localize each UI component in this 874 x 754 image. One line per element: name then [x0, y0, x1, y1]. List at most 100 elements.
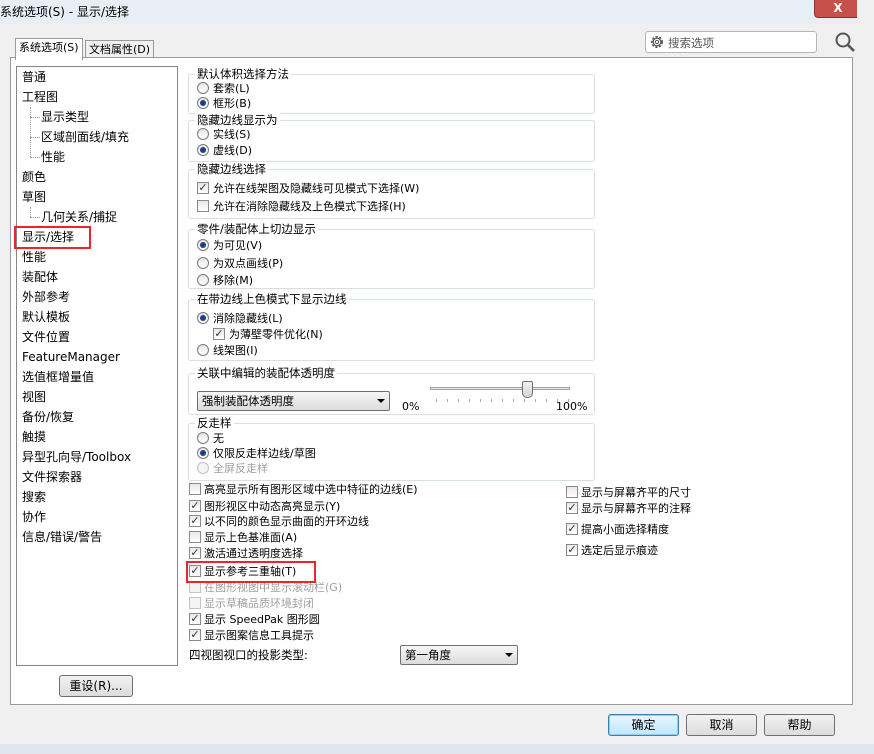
- checkbox-flat-to-screen-dimensions-label: 显示与屏幕齐平的尺寸: [581, 486, 691, 499]
- checkbox-shaded-planes-label: 显示上色基准面(A): [204, 531, 298, 544]
- radio-tangent-visible-label: 为可见(V): [213, 239, 263, 252]
- tree-item-file-explorer[interactable]: 文件探索器: [22, 468, 82, 486]
- checkbox-select-through-transparency[interactable]: ✓: [189, 547, 201, 559]
- radio-solid[interactable]: [197, 128, 209, 140]
- tree-item-performance[interactable]: 性能: [22, 248, 46, 266]
- checkbox-select-through-transparency-label: 激活通过透明度选择: [204, 547, 303, 560]
- chevron-down-icon: [505, 653, 513, 657]
- checkbox-highlight-edges[interactable]: [189, 483, 201, 495]
- close-button[interactable]: X: [814, 0, 862, 18]
- gear-icon[interactable]: [649, 34, 665, 50]
- checkbox-select-wireframe[interactable]: ✓: [197, 182, 209, 194]
- window-title: 系统选项(S) - 显示/选择: [0, 5, 129, 19]
- checkbox-open-edges-color[interactable]: ✓: [189, 515, 201, 527]
- tree-item-touch[interactable]: 触摸: [22, 428, 46, 446]
- radio-tangent-phantom[interactable]: [197, 257, 209, 269]
- checkbox-shaded-planes[interactable]: [189, 531, 201, 543]
- tab-system-options[interactable]: 系统选项(S): [15, 38, 83, 60]
- tree-item-search[interactable]: 搜索: [22, 488, 46, 506]
- tree-item-relations-snaps[interactable]: 几何关系/捕捉: [41, 208, 117, 226]
- tree-item-external-references[interactable]: 外部参考: [22, 288, 70, 306]
- tree-item-default-templates[interactable]: 默认模板: [22, 308, 70, 326]
- radio-dashed[interactable]: [197, 144, 209, 156]
- highlight-box-reference-triad: [186, 561, 316, 583]
- group-antialiasing-title: 反走样: [195, 416, 234, 430]
- background-window-edge: [857, 0, 874, 754]
- group-shaded-edges-title: 在带边线上色模式下显示边线: [195, 292, 349, 306]
- background-window-strip: [0, 744, 874, 754]
- highlight-box-tree-selection: [14, 226, 91, 249]
- radio-aa-fullscreen-label: 全屏反走样: [213, 462, 268, 475]
- checkbox-facet-selection-accuracy-label: 提高小面选择精度: [581, 523, 669, 536]
- transparency-slider[interactable]: [430, 387, 570, 390]
- tree-item-drawings[interactable]: 工程图: [22, 88, 58, 106]
- tree-item-spin-box-increments[interactable]: 选值框增量值: [22, 368, 94, 386]
- ok-button[interactable]: 确定: [608, 714, 679, 736]
- tree-item-area-hatch[interactable]: 区域剖面线/填充: [41, 128, 129, 146]
- radio-aa-edges-sketches-label: 仅限反走样边线/草图: [213, 447, 316, 460]
- radio-lasso[interactable]: [197, 82, 209, 94]
- checkbox-select-wireframe-label: 允许在线架图及隐藏线可见模式下选择(W): [213, 182, 420, 195]
- tree-item-featuremanager[interactable]: FeatureManager: [22, 348, 120, 366]
- slider-max-label: 100%: [556, 400, 588, 413]
- group-volume-selection-title: 默认体积选择方法: [195, 67, 291, 81]
- checkbox-thin-parts-label: 为薄壁零件优化(N): [229, 328, 323, 341]
- title-bar: 系统选项(S) - 显示/选择 X: [0, 0, 874, 24]
- checkbox-flat-to-screen-notes[interactable]: ✓: [566, 502, 578, 514]
- radio-aa-none[interactable]: [197, 432, 209, 444]
- checkbox-flat-to-screen-notes-label: 显示与屏幕齐平的注释: [581, 502, 691, 515]
- radio-tangent-removed[interactable]: [197, 274, 209, 286]
- checkbox-select-hlr-shaded[interactable]: [197, 200, 209, 212]
- checkbox-highlight-edges-label: 高亮显示所有图形区域中选中特征的边线(E): [204, 483, 418, 496]
- checkbox-selection-breadcrumbs[interactable]: ✓: [566, 544, 578, 556]
- search-icon[interactable]: [834, 31, 856, 53]
- tree-item-assemblies[interactable]: 装配体: [22, 268, 58, 286]
- tree-item-general[interactable]: 普通: [22, 68, 46, 86]
- cancel-button[interactable]: 取消: [686, 714, 757, 736]
- checkbox-flat-to-screen-dimensions[interactable]: [566, 486, 578, 498]
- checkbox-scrollbars-label: 在图形视图中显示滚动栏(G): [204, 581, 343, 594]
- transparency-slider-thumb[interactable]: [522, 381, 533, 398]
- checkbox-speedpak[interactable]: ✓: [189, 613, 201, 625]
- checkbox-select-hlr-shaded-label: 允许在消除隐藏线及上色模式下选择(H): [213, 200, 406, 213]
- radio-aa-edges-sketches[interactable]: [197, 447, 209, 459]
- radio-hidden-lines-removed[interactable]: [197, 312, 209, 324]
- radio-tangent-visible[interactable]: [197, 239, 209, 251]
- checkbox-dynamic-highlight[interactable]: ✓: [189, 500, 201, 512]
- checkbox-selection-breadcrumbs-label: 选定后显示痕迹: [581, 544, 658, 557]
- radio-dashed-label: 虚线(D): [213, 144, 253, 157]
- chevron-down-icon: [377, 399, 385, 403]
- checkbox-pattern-tooltips-label: 显示图案信息工具提示: [204, 629, 314, 642]
- search-input[interactable]: 搜索选项: [668, 35, 714, 51]
- transparency-combo[interactable]: 强制装配体透明度: [197, 391, 390, 411]
- checkbox-thin-parts[interactable]: ✓: [213, 328, 225, 340]
- tree-item-sketch[interactable]: 草图: [22, 188, 46, 206]
- radio-tangent-removed-label: 移除(M): [213, 274, 254, 287]
- group-hidden-edge-selection-title: 隐藏边线选择: [195, 162, 268, 176]
- tree-item-collaboration[interactable]: 协作: [22, 508, 46, 526]
- checkbox-open-edges-color-label: 以不同的颜色显示曲面的开环边线: [204, 515, 369, 528]
- radio-box-label: 框形(B): [213, 97, 252, 110]
- tree-item-drawing-performance[interactable]: 性能: [41, 148, 65, 166]
- tree-item-backup-recover[interactable]: 备份/恢复: [22, 408, 74, 426]
- checkbox-pattern-tooltips[interactable]: ✓: [189, 629, 201, 641]
- tree-item-hole-wizard-toolbox[interactable]: 异型孔向导/Toolbox: [22, 448, 131, 466]
- radio-box[interactable]: [197, 97, 209, 109]
- radio-hidden-lines-removed-label: 消除隐藏线(L): [213, 312, 283, 325]
- options-dialog: 系统选项(S) - 显示/选择 X 系统选项(S) 文档属性(D) 搜索选项 普…: [0, 0, 874, 754]
- tree-item-view[interactable]: 视图: [22, 388, 46, 406]
- projection-type-combo[interactable]: 第一角度: [400, 645, 518, 665]
- slider-min-label: 0%: [402, 400, 420, 413]
- help-button[interactable]: 帮助: [764, 714, 835, 736]
- group-hidden-edge-display-title: 隐藏边线显示为: [195, 113, 280, 127]
- tree-item-messages-errors-warnings[interactable]: 信息/错误/警告: [22, 528, 102, 546]
- tree-item-file-locations[interactable]: 文件位置: [22, 328, 70, 346]
- reset-button[interactable]: 重设(R)...: [59, 675, 133, 697]
- tree-item-display-style[interactable]: 显示类型: [41, 108, 89, 126]
- tree-item-colors[interactable]: 颜色: [22, 168, 46, 186]
- checkbox-facet-selection-accuracy[interactable]: ✓: [566, 523, 578, 535]
- checkbox-speedpak-label: 显示 SpeedPak 图形圆: [204, 613, 320, 626]
- radio-wireframe[interactable]: [197, 344, 209, 356]
- radio-aa-fullscreen: [197, 462, 209, 474]
- search-box[interactable]: 搜索选项: [645, 31, 817, 53]
